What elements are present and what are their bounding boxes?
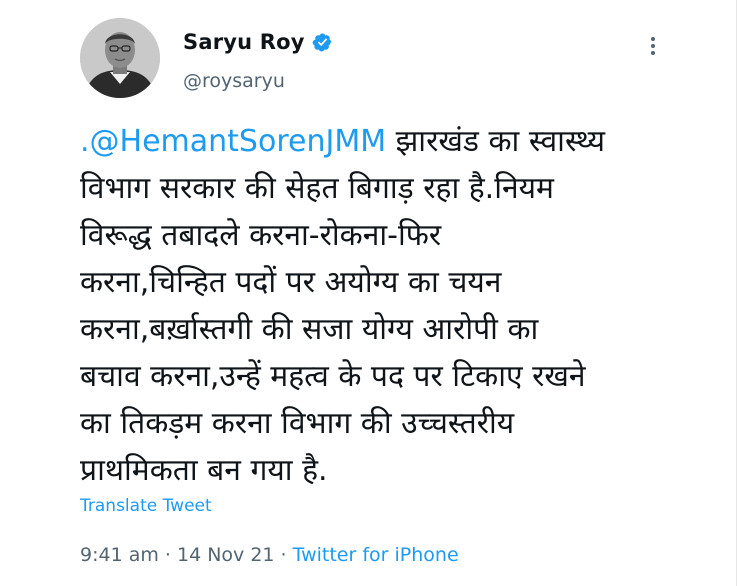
display-name[interactable]: Saryu Roy — [183, 30, 305, 54]
avatar[interactable] — [80, 18, 160, 98]
tweet-line-4: करना,चिन्हित पदों पर अयोग्य का चयन — [80, 265, 502, 300]
tweet-source-link[interactable]: Twitter for iPhone — [293, 544, 459, 566]
more-options-icon[interactable] — [641, 34, 665, 58]
tweet-line-5: करना,बर्ख़ास्तगी की सजा योग्य आरोपी का — [80, 312, 539, 347]
verified-badge-icon — [312, 32, 333, 53]
display-name-row: Saryu Roy — [183, 30, 333, 54]
tweet-time[interactable]: 9:41 am — [80, 544, 159, 566]
tweet-line-1-text: झारखंड का स्वास्थ्य — [386, 124, 605, 159]
avatar-image — [80, 18, 160, 98]
tweet-text: .@HemantSorenJMM झारखंड का स्वास्थ्य विभ… — [80, 118, 690, 494]
tweet-date[interactable]: 14 Nov 21 — [177, 544, 275, 566]
tweet-line-1: .@HemantSorenJMM झारखंड का स्वास्थ्य — [80, 118, 690, 165]
meta-separator-2: · — [274, 544, 293, 566]
tweet-card: Saryu Roy @roysaryu .@HemantSorenJMM झार… — [0, 0, 737, 586]
tweet-line-2: विभाग सरकार की सेहत बिगाड़ रहा है.नियम — [80, 171, 554, 206]
translate-tweet-link[interactable]: Translate Tweet — [80, 496, 212, 516]
meta-separator-1: · — [158, 544, 177, 566]
mention-link[interactable]: .@HemantSorenJMM — [80, 124, 386, 159]
tweet-line-6: बचाव करना,उन्हें महत्व के पद पर टिकाए रख… — [80, 359, 586, 394]
tweet-line-3: विरूद्ध तबादले करना-रोकना-फिर — [80, 218, 442, 253]
tweet-line-8: प्राथमिकता बन गया है. — [80, 453, 328, 488]
tweet-line-7: का तिकड़म करना विभाग की उच्चस्तरीय — [80, 406, 515, 441]
tweet-meta: 9:41 am · 14 Nov 21 · Twitter for iPhone — [80, 544, 459, 566]
user-handle[interactable]: @roysaryu — [183, 70, 285, 92]
